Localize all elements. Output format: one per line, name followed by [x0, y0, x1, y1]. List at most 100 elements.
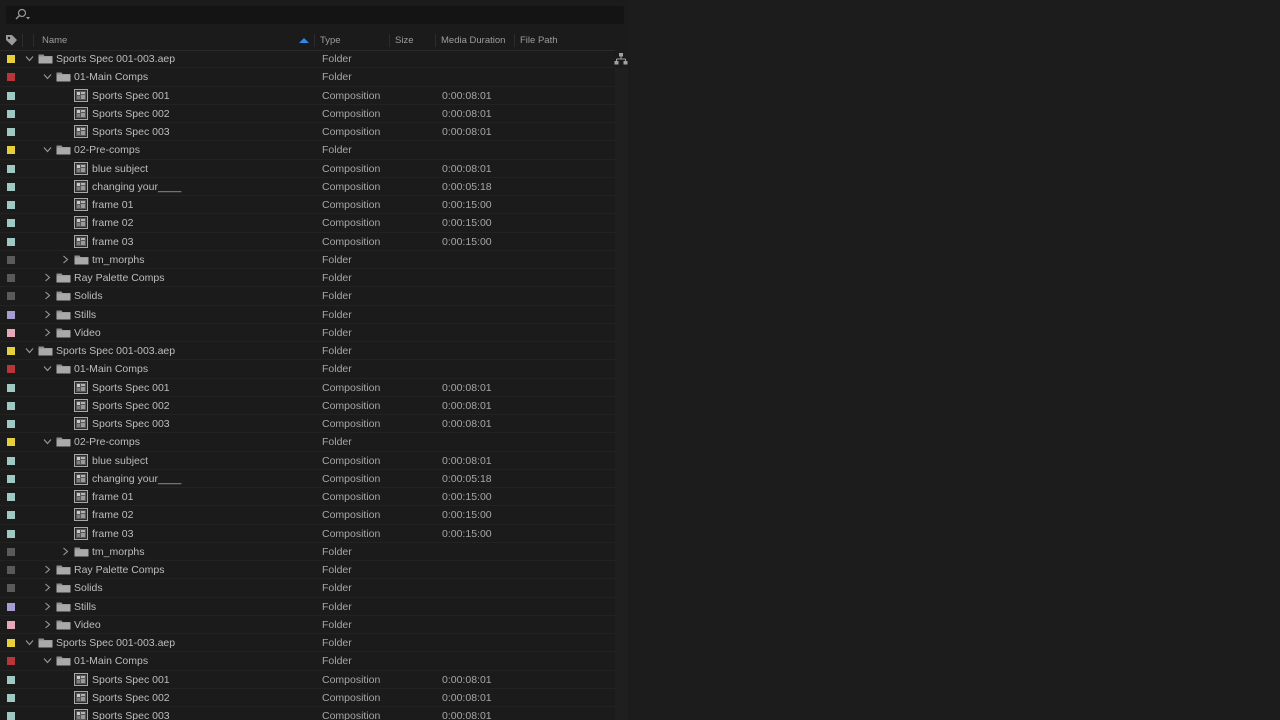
composition-row[interactable]: frame 03 Composition 0:00:15:00 — [0, 233, 615, 251]
label-color-swatch[interactable] — [7, 365, 15, 374]
folder-row[interactable]: Sports Spec 001-003.aep Folder — [0, 50, 615, 69]
label-color-swatch[interactable] — [7, 219, 15, 228]
label-color-swatch[interactable] — [7, 547, 15, 556]
folder-row[interactable]: tm_morphs Folder — [0, 543, 615, 561]
composition-row[interactable]: Sports Spec 001 Composition 0:00:08:01 — [0, 379, 615, 397]
label-color-swatch[interactable] — [7, 712, 15, 720]
label-color-swatch[interactable] — [7, 73, 15, 82]
chevron-right-icon[interactable] — [43, 328, 52, 337]
label-color-swatch[interactable] — [7, 620, 15, 629]
chevron-right-icon[interactable] — [43, 602, 52, 611]
composition-row[interactable]: Sports Spec 003 Composition 0:00:08:01 — [0, 123, 615, 142]
label-color-swatch[interactable] — [7, 91, 15, 100]
label-color-swatch[interactable] — [7, 383, 15, 392]
folder-row[interactable]: 02-Pre-comps Folder — [0, 433, 615, 452]
label-color-swatch[interactable] — [7, 292, 15, 301]
column-separator[interactable] — [435, 34, 436, 47]
column-separator[interactable] — [22, 34, 23, 47]
chevron-down-icon[interactable] — [25, 346, 34, 355]
composition-row[interactable]: Sports Spec 002 Composition 0:00:08:01 — [0, 397, 615, 415]
composition-row[interactable]: blue subject Composition 0:00:08:01 — [0, 452, 615, 470]
sort-ascending-icon[interactable] — [299, 38, 309, 43]
chevron-right-icon[interactable] — [43, 620, 52, 629]
label-color-swatch[interactable] — [7, 347, 15, 355]
label-color-swatch[interactable] — [7, 255, 15, 264]
label-color-swatch[interactable] — [7, 566, 15, 574]
label-tag-icon[interactable] — [5, 34, 18, 47]
label-color-swatch[interactable] — [7, 639, 15, 647]
label-color-swatch[interactable] — [7, 328, 15, 337]
flowchart-icon[interactable] — [614, 52, 628, 66]
folder-row[interactable]: Sports Spec 001-003.aep Folder — [0, 342, 615, 361]
folder-row[interactable]: Ray Palette Comps Folder — [0, 561, 615, 580]
composition-row[interactable]: Sports Spec 001 Composition 0:00:08:01 — [0, 87, 615, 105]
label-color-swatch[interactable] — [7, 438, 15, 447]
folder-row[interactable]: 01-Main Comps Folder — [0, 652, 615, 671]
chevron-down-icon[interactable] — [43, 437, 52, 446]
chevron-right-icon[interactable] — [61, 255, 70, 264]
composition-row[interactable]: Sports Spec 001 Composition 0:00:08:01 — [0, 671, 615, 689]
folder-row[interactable]: Solids Folder — [0, 579, 615, 598]
folder-row[interactable]: Video Folder — [0, 616, 615, 634]
label-color-swatch[interactable] — [7, 529, 15, 538]
composition-row[interactable]: frame 01 Composition 0:00:15:00 — [0, 196, 615, 215]
column-type-header[interactable]: Type — [320, 31, 341, 50]
label-color-swatch[interactable] — [7, 182, 15, 191]
column-file-path-header[interactable]: File Path — [520, 31, 558, 50]
label-color-swatch[interactable] — [7, 602, 15, 611]
label-color-swatch[interactable] — [7, 109, 15, 118]
label-color-swatch[interactable] — [7, 128, 15, 136]
folder-row[interactable]: 02-Pre-comps Folder — [0, 141, 615, 160]
label-color-swatch[interactable] — [7, 675, 15, 684]
label-color-swatch[interactable] — [7, 657, 15, 666]
column-separator[interactable] — [33, 34, 34, 47]
label-color-swatch[interactable] — [7, 146, 15, 155]
composition-row[interactable]: frame 01 Composition 0:00:15:00 — [0, 488, 615, 507]
column-separator[interactable] — [514, 34, 515, 47]
label-color-swatch[interactable] — [7, 493, 15, 501]
label-color-swatch[interactable] — [7, 274, 15, 282]
folder-row[interactable]: Ray Palette Comps Folder — [0, 269, 615, 288]
chevron-down-icon[interactable] — [25, 638, 34, 647]
column-size-header[interactable]: Size — [395, 31, 413, 50]
folder-row[interactable]: Stills Folder — [0, 306, 615, 324]
composition-row[interactable]: frame 02 Composition 0:00:15:00 — [0, 214, 615, 233]
composition-row[interactable]: Sports Spec 003 Composition 0:00:08:01 — [0, 707, 615, 720]
label-color-swatch[interactable] — [7, 584, 15, 593]
composition-row[interactable]: blue subject Composition 0:00:08:01 — [0, 160, 615, 178]
composition-row[interactable]: changing your____ Composition 0:00:05:18 — [0, 470, 615, 488]
chevron-right-icon[interactable] — [43, 273, 52, 282]
chevron-right-icon[interactable] — [43, 291, 52, 300]
chevron-down-icon[interactable] — [25, 54, 34, 63]
label-color-swatch[interactable] — [7, 420, 15, 428]
folder-row[interactable]: Video Folder — [0, 324, 615, 342]
chevron-right-icon[interactable] — [43, 583, 52, 592]
composition-row[interactable]: changing your____ Composition 0:00:05:18 — [0, 178, 615, 196]
label-color-swatch[interactable] — [7, 511, 15, 520]
chevron-down-icon[interactable] — [43, 364, 52, 373]
chevron-down-icon[interactable] — [43, 656, 52, 665]
column-name-header[interactable]: Name — [42, 31, 67, 50]
label-color-swatch[interactable] — [7, 474, 15, 483]
column-separator[interactable] — [314, 34, 315, 47]
search-icon[interactable] — [14, 8, 30, 22]
label-color-swatch[interactable] — [7, 201, 15, 209]
label-color-swatch[interactable] — [7, 310, 15, 319]
search-input[interactable] — [6, 6, 624, 24]
chevron-down-icon[interactable] — [43, 72, 52, 81]
label-color-swatch[interactable] — [7, 693, 15, 702]
composition-row[interactable]: Sports Spec 002 Composition 0:00:08:01 — [0, 105, 615, 123]
composition-row[interactable]: Sports Spec 003 Composition 0:00:08:01 — [0, 415, 615, 434]
chevron-right-icon[interactable] — [43, 310, 52, 319]
folder-row[interactable]: tm_morphs Folder — [0, 251, 615, 269]
chevron-right-icon[interactable] — [43, 565, 52, 574]
label-color-swatch[interactable] — [7, 55, 15, 63]
scrollbar[interactable] — [615, 68, 628, 720]
composition-row[interactable]: frame 03 Composition 0:00:15:00 — [0, 525, 615, 543]
label-color-swatch[interactable] — [7, 237, 15, 246]
composition-row[interactable]: frame 02 Composition 0:00:15:00 — [0, 506, 615, 525]
column-separator[interactable] — [389, 34, 390, 47]
chevron-down-icon[interactable] — [43, 145, 52, 154]
folder-row[interactable]: 01-Main Comps Folder — [0, 68, 615, 87]
composition-row[interactable]: Sports Spec 002 Composition 0:00:08:01 — [0, 689, 615, 707]
